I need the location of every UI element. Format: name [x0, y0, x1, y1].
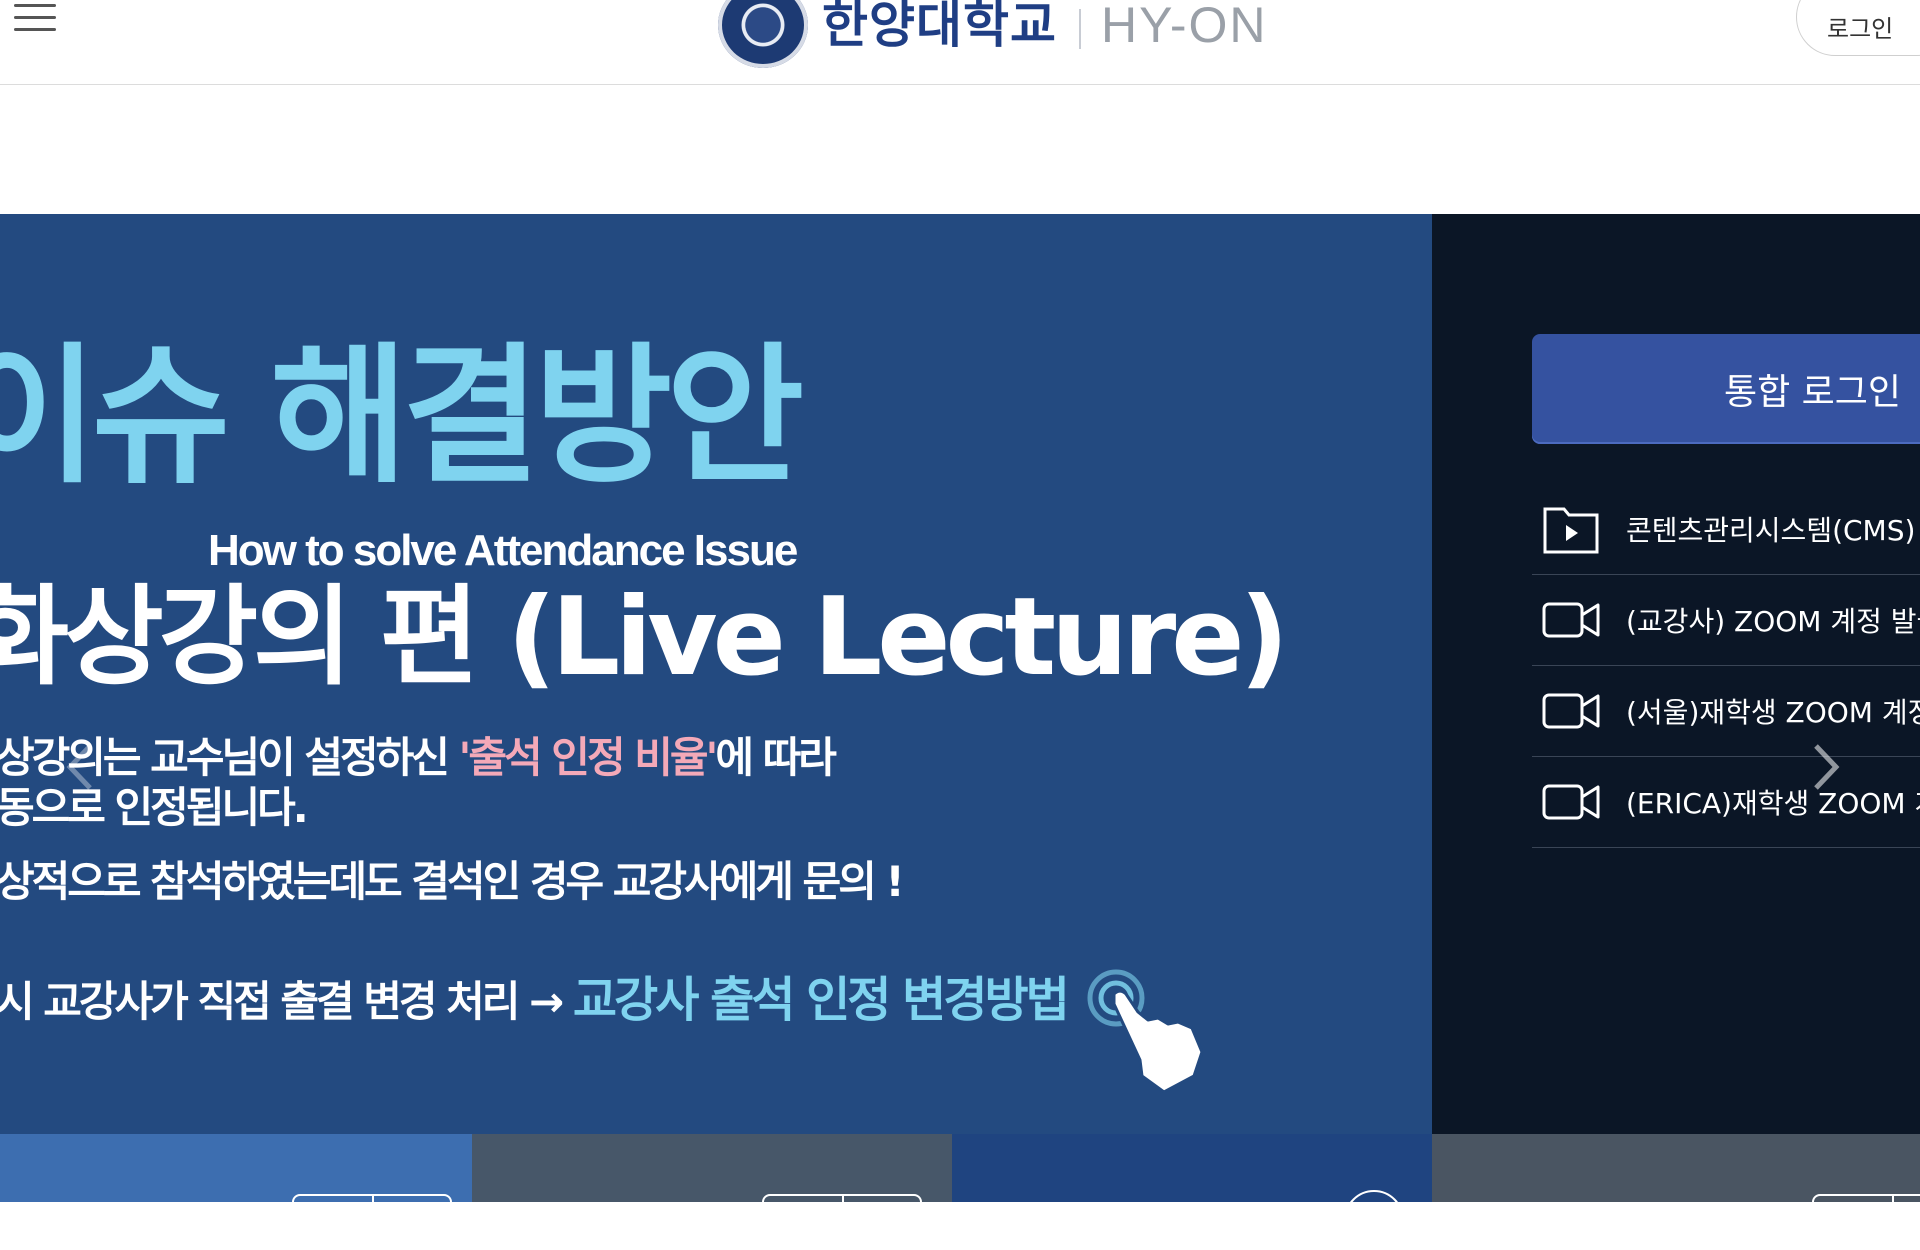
hero-title-live-lecture: 화상강의 편 (Live Lecture) — [0, 575, 1289, 700]
bottom-tile-3[interactable] — [952, 1134, 1432, 1250]
pointing-hand-icon — [1087, 969, 1204, 1094]
video-camera-icon — [1542, 784, 1600, 820]
video-camera-icon — [1542, 693, 1600, 729]
bottom-tile-4[interactable] — [1432, 1134, 1920, 1226]
quick-link-label: (교강사) ZOOM 계정 발급 — [1626, 605, 1920, 638]
service-name: HY-ON — [1101, 0, 1268, 53]
hero-line-change-process: 시 교강사가 직접 출결 변경 처리 → 교강사 출석 인정 변경방법 — [0, 960, 1070, 1030]
quick-access-panel: 통합 로그인 콘텐츠관리시스템(CMS) (교강사) ZOOM 계정 발급 (서… — [1432, 214, 1920, 1134]
tile-icon — [1344, 1190, 1404, 1250]
attendance-change-link[interactable]: 교강사 출석 인정 변경방법 — [573, 972, 1070, 1028]
hero-line-text: 시 교강사가 직접 출결 변경 처리 → — [0, 977, 573, 1026]
login-button[interactable]: 로그인 — [1796, 0, 1920, 56]
hero-line-auto-recognition: 동으로 인정됩니다. — [0, 783, 309, 832]
tile-icon — [292, 1194, 452, 1226]
quick-link-zoom-seoul-student[interactable]: (서울)재학생 ZOOM 계정 — [1532, 666, 1920, 757]
site-logo[interactable]: 한양대학교 HY-ON — [718, 0, 1268, 70]
hero-line-contact-instructor: 상적으로 참석하였는데도 결석인 경우 교강사에게 문의 ! — [0, 857, 905, 906]
quick-link-zoom-erica-student[interactable]: (ERICA)재학생 ZOOM 계 — [1532, 757, 1920, 848]
logo-divider — [1079, 9, 1081, 49]
quick-link-list: 콘텐츠관리시스템(CMS) (교강사) ZOOM 계정 발급 (서울)재학생 Z… — [1532, 484, 1920, 848]
top-header: 한양대학교 HY-ON 로그인 — [0, 0, 1920, 85]
tile-icon — [762, 1194, 922, 1226]
quick-link-label: (ERICA)재학생 ZOOM 계 — [1626, 787, 1920, 820]
carousel-prev-arrow-icon[interactable] — [62, 742, 98, 792]
quick-link-label: 콘텐츠관리시스템(CMS) — [1626, 514, 1916, 547]
video-camera-icon — [1542, 602, 1600, 638]
hero-line-text: 에 따라 — [715, 733, 837, 782]
university-name: 한양대학교 — [822, 0, 1057, 54]
hero-banner[interactable]: 이슈 해결방안 How to solve Attendance Issue 화상… — [0, 214, 1432, 1134]
quick-link-cms[interactable]: 콘텐츠관리시스템(CMS) — [1532, 484, 1920, 575]
hero-highlight-ratio: '출석 인정 비율' — [458, 733, 719, 782]
sso-login-button[interactable]: 통합 로그인 — [1532, 334, 1920, 444]
quick-link-zoom-instructor[interactable]: (교강사) ZOOM 계정 발급 — [1532, 575, 1920, 666]
hamburger-menu-icon[interactable] — [14, 0, 56, 40]
bottom-tile-2[interactable] — [472, 1134, 952, 1226]
university-seal-icon — [718, 0, 808, 68]
quick-link-label: (서울)재학생 ZOOM 계정 — [1626, 696, 1920, 729]
folder-play-icon — [1543, 507, 1599, 554]
hero-title: 이슈 해결방안 — [0, 330, 804, 504]
tile-icon — [1812, 1194, 1920, 1226]
bottom-tile-1[interactable] — [0, 1134, 472, 1226]
carousel-next-arrow-icon[interactable] — [1808, 742, 1844, 792]
hero-subtitle-english: How to solve Attendance Issue — [208, 526, 798, 575]
